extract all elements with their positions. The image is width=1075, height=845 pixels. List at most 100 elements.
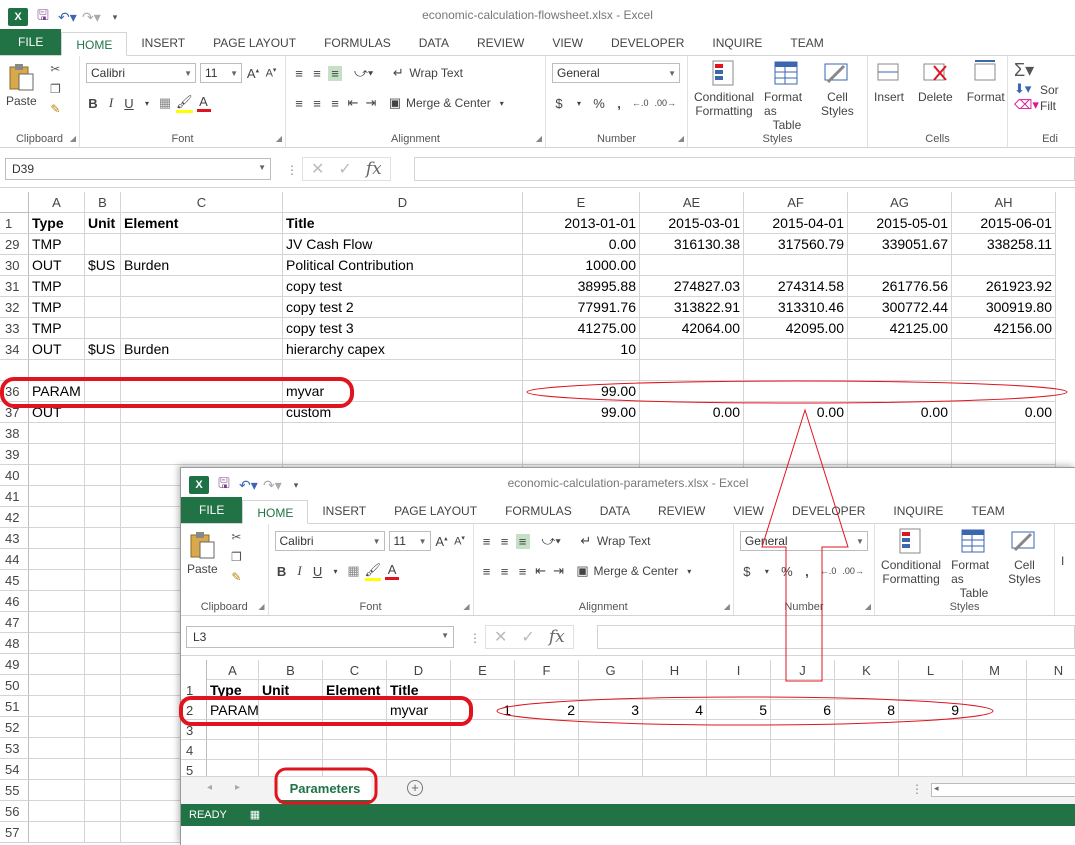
cell[interactable] xyxy=(707,740,771,760)
align-right-icon[interactable]: ≡ xyxy=(516,564,530,579)
column-header-e[interactable]: E xyxy=(451,660,515,680)
percent-button[interactable]: % xyxy=(780,564,794,579)
cell[interactable]: 313310.46 xyxy=(744,297,848,318)
row-header[interactable]: 49 xyxy=(0,654,29,675)
clipboard-launcher-icon[interactable]: ◢ xyxy=(258,602,264,611)
cell[interactable]: 0.00 xyxy=(952,402,1056,423)
cell[interactable]: 0.00 xyxy=(848,402,952,423)
merge-center-icon[interactable]: ▣ xyxy=(576,563,590,579)
name-box[interactable]: D39 ▼ xyxy=(5,158,271,180)
cell[interactable] xyxy=(121,381,283,402)
grow-font-icon[interactable]: A▴ xyxy=(246,66,260,81)
cell[interactable] xyxy=(29,591,85,612)
cell[interactable]: 2013-01-01 xyxy=(523,213,640,234)
font-size-dropdown[interactable]: 11 ▼ xyxy=(388,531,431,551)
format-as-table-button[interactable]: Format as Table xyxy=(951,526,997,611)
row-header[interactable]: 54 xyxy=(0,759,29,780)
cell[interactable]: 5 xyxy=(707,700,771,720)
cell[interactable]: 338258.11 xyxy=(952,234,1056,255)
cell[interactable]: 42125.00 xyxy=(848,318,952,339)
wrap-text-button[interactable]: Wrap Text xyxy=(409,66,463,80)
cell[interactable] xyxy=(835,720,899,740)
align-top-icon[interactable]: ≡ xyxy=(292,66,306,81)
cell[interactable] xyxy=(259,740,323,760)
cell[interactable]: Element xyxy=(121,213,283,234)
cell[interactable]: Unit xyxy=(259,680,323,700)
row-header[interactable]: 44 xyxy=(0,549,29,570)
cell[interactable] xyxy=(848,381,952,402)
cell[interactable]: OUT xyxy=(29,339,85,360)
align-bottom-icon[interactable]: ≡ xyxy=(328,65,342,81)
decrease-indent-icon[interactable]: ⇤ xyxy=(534,563,548,579)
cell[interactable]: 261776.56 xyxy=(848,276,952,297)
cell[interactable] xyxy=(744,339,848,360)
tab-review[interactable]: REVIEW xyxy=(463,31,538,55)
cell[interactable] xyxy=(85,297,121,318)
cell[interactable]: 261923.92 xyxy=(952,276,1056,297)
column-header-i[interactable]: I xyxy=(707,660,771,680)
column-header-a[interactable]: A xyxy=(207,660,259,680)
column-header-l[interactable]: L xyxy=(899,660,963,680)
cell[interactable] xyxy=(387,720,451,740)
cell[interactable]: copy test 2 xyxy=(283,297,523,318)
cell[interactable] xyxy=(848,444,952,465)
cell[interactable] xyxy=(1027,740,1075,760)
cell[interactable] xyxy=(771,720,835,740)
cell[interactable] xyxy=(121,297,283,318)
tab-review[interactable]: REVIEW xyxy=(644,499,719,523)
wrap-text-icon[interactable]: ↵ xyxy=(579,533,593,549)
cell[interactable] xyxy=(323,720,387,740)
cell[interactable]: hierarchy capex xyxy=(283,339,523,360)
cell[interactable] xyxy=(29,465,85,486)
cell[interactable] xyxy=(963,700,1027,720)
cell[interactable]: PARAM xyxy=(29,381,85,402)
row-header[interactable]: 1 xyxy=(181,680,207,700)
cell[interactable] xyxy=(85,381,121,402)
wrap-text-button[interactable]: Wrap Text xyxy=(597,534,651,548)
cell[interactable] xyxy=(744,381,848,402)
cell[interactable]: OUT xyxy=(29,402,85,423)
cell[interactable] xyxy=(85,717,121,738)
cell[interactable] xyxy=(515,720,579,740)
cell[interactable] xyxy=(85,612,121,633)
row-header[interactable]: 57 xyxy=(0,822,29,843)
cell[interactable]: 41275.00 xyxy=(523,318,640,339)
cell[interactable]: Burden xyxy=(121,255,283,276)
cell[interactable]: 38995.88 xyxy=(523,276,640,297)
cell[interactable] xyxy=(85,507,121,528)
cell[interactable]: 99.00 xyxy=(523,381,640,402)
cell[interactable]: TMP xyxy=(29,276,85,297)
cell[interactable] xyxy=(771,740,835,760)
align-right-icon[interactable]: ≡ xyxy=(328,96,342,111)
cell[interactable] xyxy=(899,740,963,760)
cell[interactable]: 99.00 xyxy=(523,402,640,423)
format-cells-button[interactable]: Format xyxy=(967,58,1005,143)
italic-button[interactable]: I xyxy=(293,563,307,579)
tab-data[interactable]: DATA xyxy=(405,31,463,55)
cell[interactable] xyxy=(848,423,952,444)
cell[interactable] xyxy=(323,700,387,720)
tab-insert[interactable]: INSERT xyxy=(308,499,380,523)
cell[interactable] xyxy=(640,444,744,465)
grow-font-icon[interactable]: A▴ xyxy=(435,534,449,549)
name-box[interactable]: L3 ▼ xyxy=(186,626,454,648)
row-header[interactable]: 30 xyxy=(0,255,29,276)
cell[interactable] xyxy=(29,507,85,528)
cell[interactable] xyxy=(207,740,259,760)
cell[interactable]: Burden xyxy=(121,339,283,360)
tab-inquire[interactable]: INQUIRE xyxy=(698,31,776,55)
italic-button[interactable]: I xyxy=(104,95,118,111)
row-header[interactable]: 38 xyxy=(0,423,29,444)
cell[interactable] xyxy=(451,720,515,740)
row-header[interactable]: 42 xyxy=(0,507,29,528)
column-header-ag[interactable]: AG xyxy=(848,192,952,213)
cell[interactable] xyxy=(29,528,85,549)
insert-function-icon[interactable]: fx xyxy=(366,159,382,179)
font-launcher-icon[interactable]: ◢ xyxy=(276,134,282,143)
cell[interactable]: 2015-06-01 xyxy=(952,213,1056,234)
align-bottom-icon[interactable]: ≡ xyxy=(515,533,530,549)
fill-color-icon[interactable]: 🖌 xyxy=(176,94,193,113)
font-name-dropdown[interactable]: Calibri ▼ xyxy=(274,531,385,551)
cell[interactable] xyxy=(85,759,121,780)
cell[interactable] xyxy=(1027,680,1075,700)
